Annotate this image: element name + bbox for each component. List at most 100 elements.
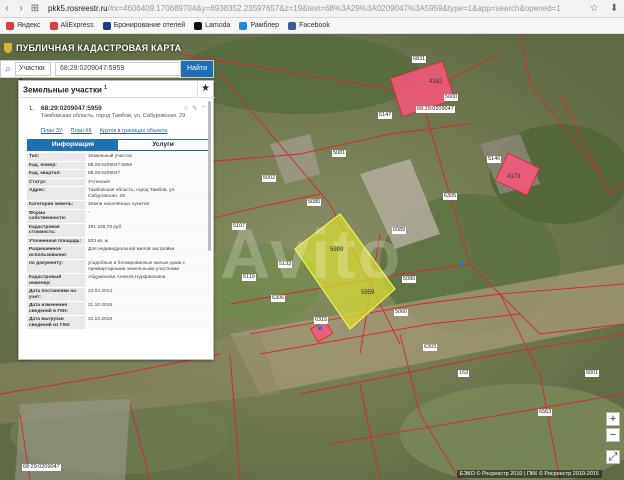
favorite-star-icon[interactable]: ★	[197, 81, 213, 97]
bookmark-label: Lamoda	[205, 22, 231, 29]
entry-links: План ЗУ План КК Кругок в границах объект…	[41, 128, 167, 134]
back-icon[interactable]: ‹	[0, 3, 14, 14]
search-bar: ⌕ Участки ▾ 68:29:0209047:5959 Найти	[0, 60, 214, 84]
table-row: Кад. номер: 68:29:0209047:5959	[27, 161, 209, 170]
parcel-label: 5147	[378, 112, 393, 119]
find-button[interactable]: Найти	[181, 61, 213, 77]
parcel-label: 6001	[585, 370, 600, 377]
search-input[interactable]: 68:29:0209047:5959	[55, 62, 181, 76]
entry-controls[interactable]: ☆ ✎ ⌃	[183, 105, 207, 112]
row-key: по документу:	[27, 260, 85, 273]
bookmark-booking[interactable]: Бронирование отелей	[102, 21, 185, 30]
entry-address: Тамбовская область, город Тамбов, ул. Са…	[41, 113, 186, 119]
row-value: 31.10.2018	[85, 302, 209, 315]
row-key: Дата постановки на учет:	[27, 288, 85, 301]
bookmark-facebook[interactable]: Facebook	[288, 21, 330, 30]
row-key: Дата выгрузки сведений из ГКН:	[27, 316, 85, 329]
coat-of-arms-icon	[4, 43, 12, 53]
facebook-icon	[288, 21, 297, 30]
parcel-label: 6303	[423, 344, 438, 351]
row-value: 68:29:0209047:5959	[85, 161, 209, 169]
row-key: Адрес:	[27, 187, 85, 200]
entry-cadastral-id[interactable]: 68:29:0209047:5959	[41, 105, 102, 112]
row-value: Для индивидуальной жилой застройки	[85, 246, 209, 259]
parcel-label: 6305	[443, 193, 458, 200]
search-type-value: Участки	[19, 65, 45, 72]
url-field[interactable]: pkk5.rosreestr.ru/#x=4606409.170689704&y…	[48, 4, 584, 13]
boundary-link[interactable]: Кругок в границах объекта	[100, 128, 168, 134]
bookmark-label: Facebook	[299, 22, 330, 29]
panel-title-text: Земельные участки	[23, 85, 102, 95]
row-key: Кадастровая стоимость:	[27, 223, 85, 237]
zoom-out-button[interactable]: −	[606, 428, 620, 442]
parcel-label: 5089	[392, 227, 407, 234]
download-icon[interactable]: ⬇	[610, 3, 618, 14]
row-value: Тамбовская область, город Тамбов, ул. Са…	[85, 187, 209, 200]
bookmark-label: Рамблер	[250, 22, 280, 29]
bookmark-lamoda[interactable]: Lamoda	[194, 21, 231, 30]
table-row: Разрешенное использование: Для индивидуал…	[27, 246, 209, 260]
page-title: ПУБЛИЧНАЯ КАДАСТРОВАЯ КАРТА	[16, 43, 182, 53]
plan-kk-link[interactable]: План КК	[71, 128, 92, 134]
row-value: усадебные и блокированные жилые дома с п…	[85, 260, 209, 273]
row-value: Земельный участок	[85, 153, 209, 161]
parcel-label: 4182	[429, 79, 443, 85]
panel-scrollbar[interactable]	[208, 101, 211, 251]
table-row: Адрес: Тамбовская область, город Тамбов, …	[27, 187, 209, 201]
parcel-label: 5002	[262, 175, 277, 182]
row-value: Земли населённых пунктов	[85, 201, 209, 209]
search-type-select[interactable]: Участки ▾	[15, 62, 51, 84]
address-bar: ‹ › ⊞ pkk5.rosreestr.ru/#x=4606409.17068…	[0, 0, 624, 18]
table-row: Дата постановки на учет: 24.04.2014	[27, 288, 209, 302]
parcel-label: 5999	[330, 247, 344, 253]
row-key: Кад. номер:	[27, 161, 85, 169]
row-key: Форма собственности:	[27, 209, 85, 223]
row-key: Статус:	[27, 178, 85, 186]
row-key: Кад. квартал:	[27, 170, 85, 178]
row-value: 24.04.2014	[85, 288, 209, 301]
parcel-label: 5107	[232, 223, 247, 230]
forward-icon[interactable]: ›	[14, 3, 28, 14]
lamoda-icon	[194, 21, 203, 30]
parcel-label: 5060	[394, 309, 409, 316]
bookmark-aliexpress[interactable]: AliExpress	[49, 21, 94, 30]
plan-zu-link[interactable]: План ЗУ	[41, 128, 63, 134]
row-value: Абдуманова Анжела Нурфаизовна	[85, 274, 209, 287]
row-value: 68:29:0209047	[85, 170, 209, 178]
table-row: Уточненная площадь: 833 кв. м	[27, 237, 209, 246]
parcel-label: 5133	[278, 261, 293, 268]
yandex-icon	[6, 21, 14, 30]
table-row: Статус: Учтенный	[27, 178, 209, 187]
table-row: Кадастровый инженер: Абдуманова Анжела Ну…	[27, 274, 209, 288]
bookmark-label: Яндекс	[17, 22, 41, 29]
fullscreen-icon[interactable]: ⤢	[606, 450, 620, 464]
info-table: Тип: Земельный участок Кад. номер: 68:29:02…	[27, 153, 209, 330]
bookmark-yandex[interactable]: Яндекс	[6, 21, 41, 30]
parcel-label: 5119	[242, 274, 256, 281]
bookmark-star-icon[interactable]: ☆	[590, 3, 599, 14]
app-header: ПУБЛИЧНАЯ КАДАСТРОВАЯ КАРТА	[0, 38, 214, 58]
row-key: Дата изменения сведений в ГКН:	[27, 302, 85, 315]
row-key: Уточненная площадь:	[27, 237, 85, 245]
parcel-label: 5146	[487, 156, 502, 163]
search-icon[interactable]: ⌕	[1, 64, 15, 75]
zoom-in-button[interactable]: +	[606, 412, 620, 426]
table-row: Кадастровая стоимость: 291 226,78 руб	[27, 223, 209, 238]
parcel-label: 5080	[402, 276, 417, 283]
bookmark-rambler[interactable]: Рамблер	[239, 21, 280, 30]
parcel-info-panel: Земельные участки 1 ★ 1. 68:29:0209047:5…	[18, 80, 215, 360]
parcel-label: 5085	[307, 199, 322, 206]
tab-services[interactable]: Услуги	[118, 140, 208, 150]
row-key: Кадастровый инженер:	[27, 274, 85, 287]
row-value: 31.10.2018	[85, 316, 209, 329]
bookmarks-bar: Яндекс AliExpress Бронирование отелей La…	[0, 18, 624, 34]
panel-tabs: Информация Услуги	[27, 139, 209, 151]
rambler-icon	[239, 21, 248, 30]
tab-information[interactable]: Информация	[28, 140, 118, 150]
parcel-label: 6306	[271, 295, 286, 302]
url-rest: /#x=4606409.170689704&y=6938352.23597657…	[107, 4, 561, 13]
map-copyright: ЕЭКО © Росреестр 2010 | ПКК © Росреестр …	[456, 470, 602, 478]
quarter-label: 68:29:0209047	[416, 106, 455, 113]
tabs-grid-icon[interactable]: ⊞	[28, 3, 42, 14]
bookmark-label: AliExpress	[60, 22, 94, 29]
